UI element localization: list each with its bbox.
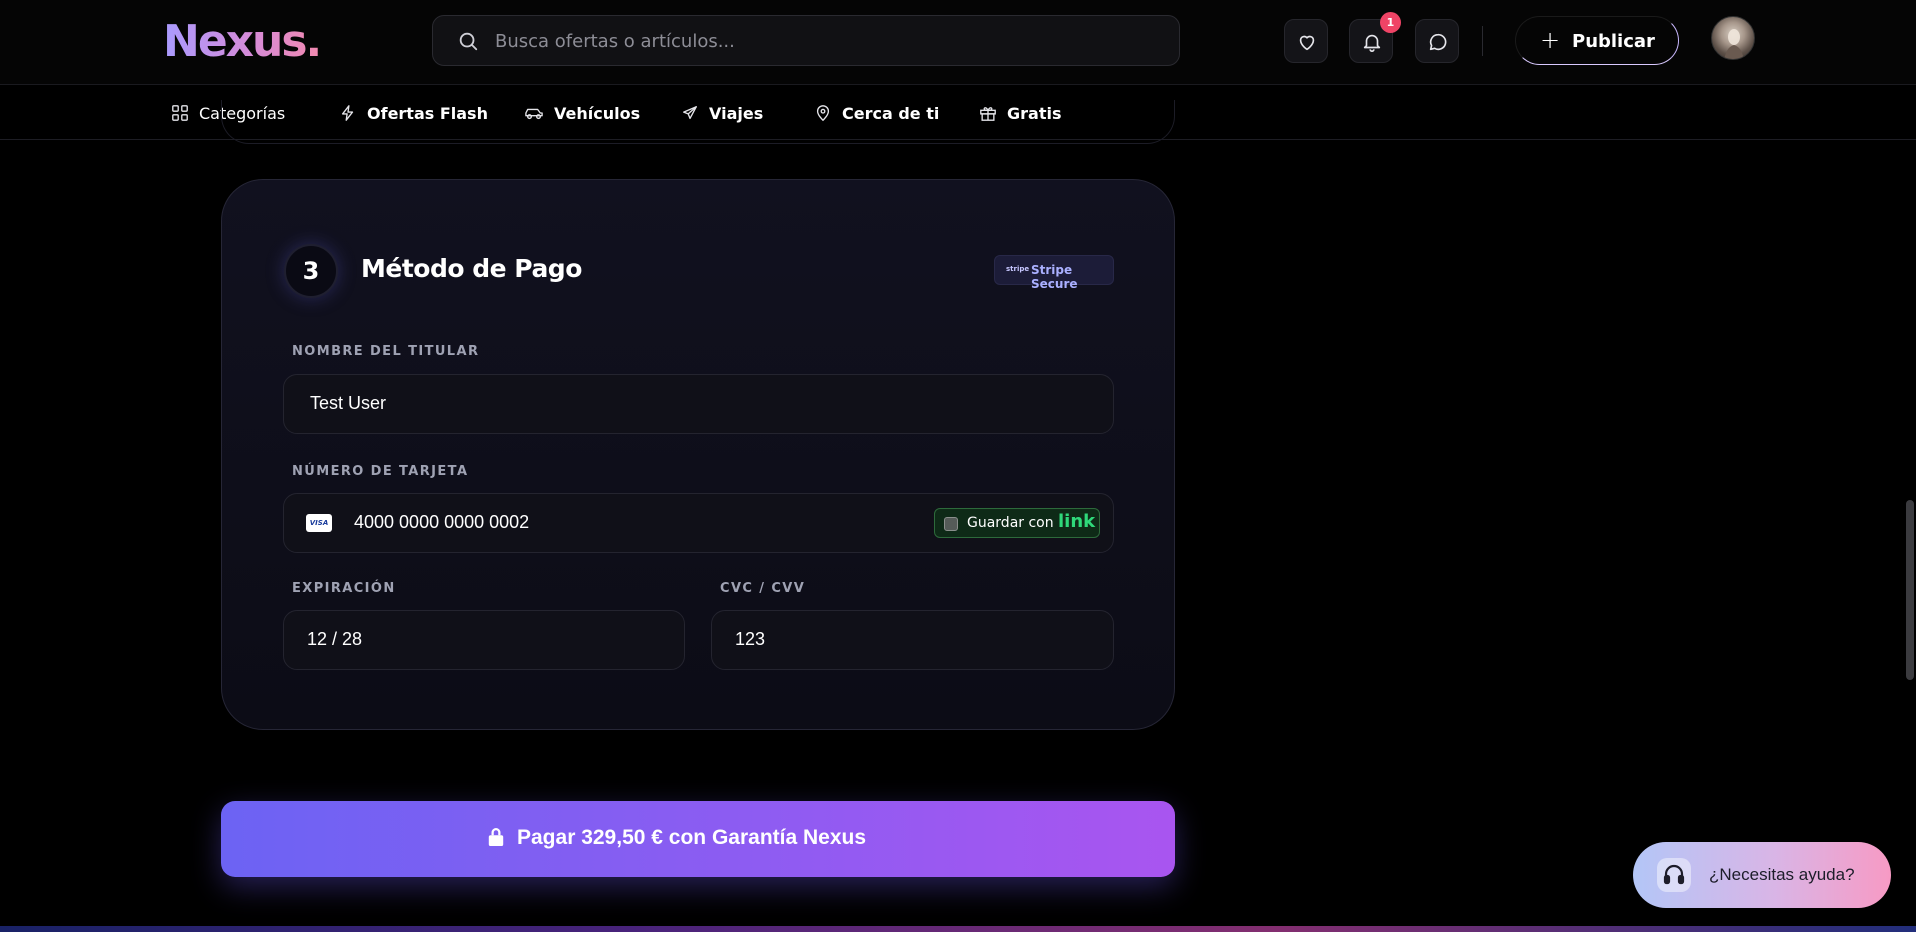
search-input[interactable]: Busca ofertas o artículos... xyxy=(495,31,735,52)
header-divider xyxy=(1482,26,1483,56)
grid-icon xyxy=(172,105,188,121)
expiry-field[interactable]: 12 / 28 xyxy=(283,610,685,670)
chat-bubble-icon xyxy=(1429,33,1447,51)
payment-method-card: 3 Método de Pago stripe Stripe Secure NO… xyxy=(221,179,1175,730)
pay-button[interactable]: Pagar 329,50 € con Garantía Nexus xyxy=(221,801,1175,877)
cvc-value: 123 xyxy=(735,629,766,649)
notification-badge: 1 xyxy=(1380,12,1401,33)
publish-label: Publicar xyxy=(1572,31,1655,52)
previous-section-card xyxy=(221,100,1175,144)
save-with-link-checkbox[interactable] xyxy=(944,517,958,531)
search-bar[interactable]: Busca ofertas o artículos... xyxy=(432,15,1180,66)
help-label: ¿Necesitas ayuda? xyxy=(1709,865,1855,884)
search-icon xyxy=(459,32,478,51)
headset-icon xyxy=(1657,858,1691,892)
heart-icon xyxy=(1299,35,1315,51)
expiry-label: EXPIRACIÓN xyxy=(292,581,396,596)
stripe-secure-label: Stripe Secure xyxy=(1031,263,1078,291)
favorites-button[interactable] xyxy=(1284,19,1328,63)
lock-icon xyxy=(488,828,504,846)
cvc-label: CVC / CVV xyxy=(720,581,806,596)
save-with-label: Guardar con xyxy=(967,515,1054,531)
stripe-secure-badge: stripe Stripe Secure xyxy=(994,255,1114,291)
bottom-glow xyxy=(0,926,1916,932)
publish-button[interactable]: + Publicar xyxy=(1515,16,1679,65)
card-title: Método de Pago xyxy=(361,254,582,283)
help-button[interactable]: ¿Necesitas ayuda? xyxy=(1633,842,1891,908)
card-number-value: 4000 0000 0000 0002 xyxy=(354,512,530,532)
pay-button-label: Pagar 329,50 € con Garantía Nexus xyxy=(517,826,867,849)
top-header: Nexus. Busca ofertas o artículos... 1 + … xyxy=(0,0,1916,85)
stripe-logo: stripe xyxy=(1006,265,1030,273)
visa-icon: VISA xyxy=(306,514,332,532)
messages-button[interactable] xyxy=(1415,19,1459,63)
page-scrollbar[interactable] xyxy=(1906,500,1914,680)
expiry-value: 12 / 28 xyxy=(307,629,363,649)
bell-icon xyxy=(1363,34,1381,52)
nexus-logo[interactable]: Nexus. xyxy=(163,16,322,67)
user-photo-icon xyxy=(1724,29,1744,59)
holder-name-value: Test User xyxy=(310,393,387,413)
user-avatar[interactable] xyxy=(1711,16,1755,60)
save-with-link-toggle[interactable]: Guardar con link xyxy=(934,508,1100,538)
card-number-label: NÚMERO DE TARJETA xyxy=(292,464,469,479)
holder-label: NOMBRE DEL TITULAR xyxy=(292,344,480,359)
holder-name-field[interactable]: Test User xyxy=(283,374,1114,434)
step-number: 3 xyxy=(284,244,338,298)
cvc-field[interactable]: 123 xyxy=(711,610,1114,670)
link-brand: link xyxy=(1058,511,1096,532)
plus-icon: + xyxy=(1540,26,1561,54)
